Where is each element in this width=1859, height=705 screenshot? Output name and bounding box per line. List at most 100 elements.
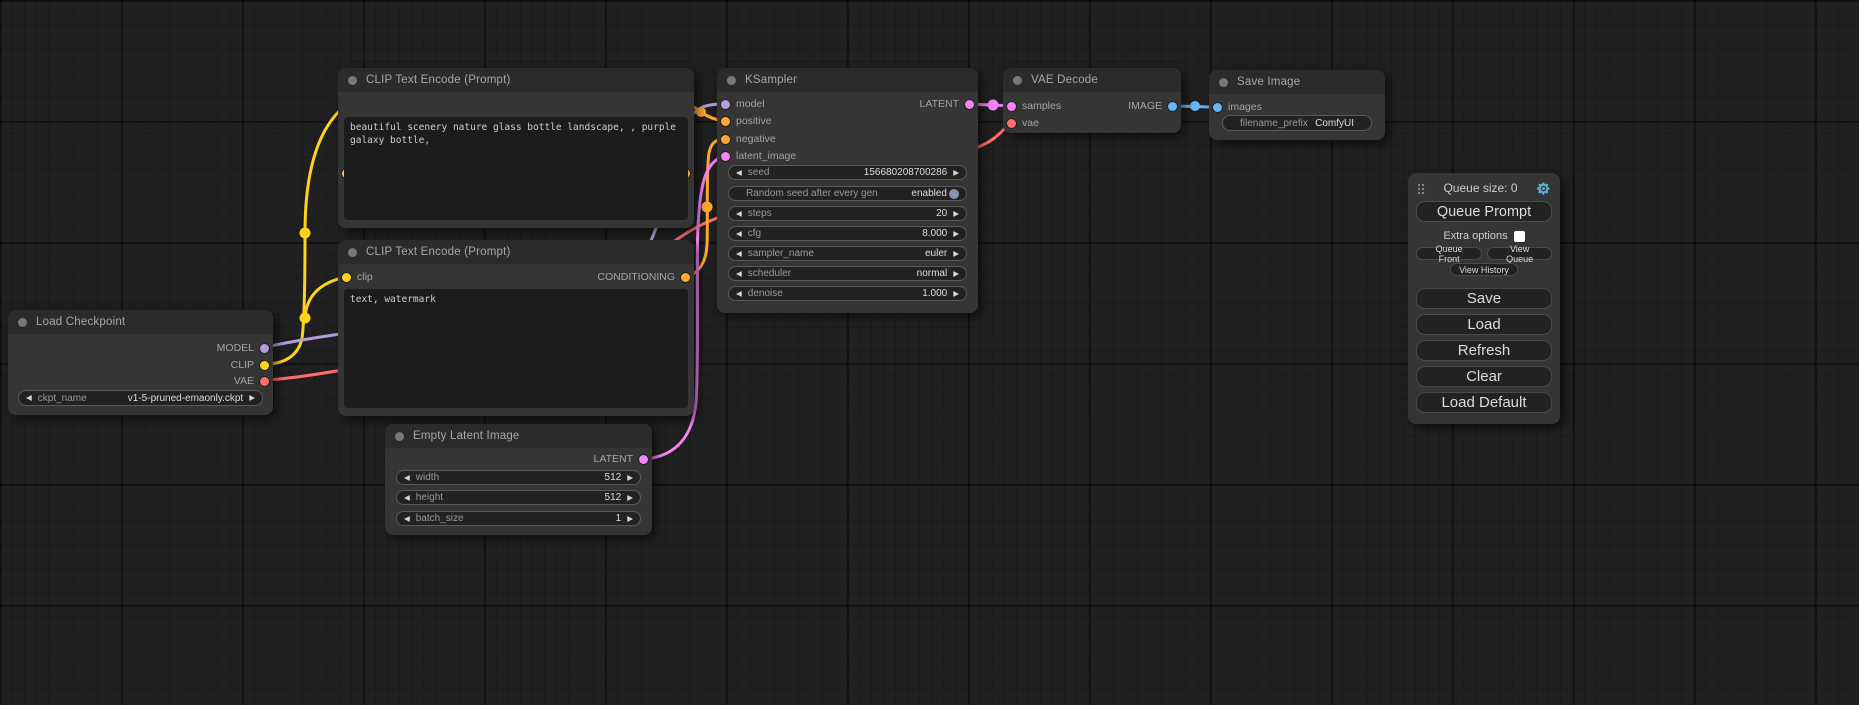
- height-widget[interactable]: ◀ height 512 ▶: [396, 490, 641, 505]
- load-default-button[interactable]: Load Default: [1416, 392, 1552, 413]
- output-latent[interactable]: LATENT: [920, 96, 974, 112]
- node-ksampler[interactable]: KSampler model positive negative latent_…: [717, 68, 978, 313]
- input-samples[interactable]: samples: [1007, 98, 1061, 114]
- collapse-dot-icon[interactable]: [348, 248, 357, 257]
- decrement-arrow-icon[interactable]: ◀: [736, 210, 742, 218]
- seed-widget[interactable]: ◀ seed 156680208700286 ▶: [728, 165, 967, 180]
- output-image[interactable]: IMAGE: [1128, 98, 1177, 114]
- decrement-arrow-icon[interactable]: ◀: [736, 250, 742, 258]
- comfyui-canvas[interactable]: { "icons": { "arrow_left": "◀", "arrow_r…: [0, 0, 1859, 705]
- node-title-bar[interactable]: CLIP Text Encode (Prompt): [338, 240, 694, 264]
- decrement-arrow-icon[interactable]: ◀: [736, 270, 742, 278]
- output-model[interactable]: MODEL: [217, 340, 269, 356]
- link-dot-latent[interactable]: [988, 100, 999, 111]
- collapse-dot-icon[interactable]: [348, 76, 357, 85]
- ckpt-name-widget[interactable]: ◀ ckpt_name v1-5-pruned-emaonly.ckpt ▶: [18, 390, 263, 406]
- decrement-arrow-icon[interactable]: ◀: [404, 474, 410, 482]
- link-dot-positive[interactable]: [696, 107, 706, 117]
- decrement-arrow-icon[interactable]: ◀: [26, 394, 32, 402]
- sampler-name-widget[interactable]: ◀ sampler_name euler ▶: [728, 246, 967, 261]
- node-title-bar[interactable]: KSampler: [717, 68, 978, 92]
- decrement-arrow-icon[interactable]: ◀: [736, 230, 742, 238]
- port-dot-clip[interactable]: [260, 361, 269, 370]
- increment-arrow-icon[interactable]: ▶: [953, 210, 959, 218]
- node-empty-latent-image[interactable]: Empty Latent Image LATENT ◀ width 512 ▶ …: [385, 424, 652, 535]
- link-dot-image[interactable]: [1190, 101, 1200, 111]
- output-vae[interactable]: VAE: [234, 373, 269, 389]
- increment-arrow-icon[interactable]: ▶: [627, 474, 633, 482]
- port-dot-model[interactable]: [260, 344, 269, 353]
- node-load-checkpoint[interactable]: Load Checkpoint MODEL CLIP VAE ◀ ckpt_na…: [8, 310, 273, 415]
- decrement-arrow-icon[interactable]: ◀: [736, 169, 742, 177]
- decrement-arrow-icon[interactable]: ◀: [736, 290, 742, 298]
- view-history-button[interactable]: View History: [1450, 263, 1518, 276]
- clear-button[interactable]: Clear: [1416, 366, 1552, 387]
- output-conditioning[interactable]: CONDITIONING: [597, 269, 690, 285]
- input-model[interactable]: model: [721, 96, 765, 112]
- node-title-bar[interactable]: VAE Decode: [1003, 68, 1181, 92]
- output-clip[interactable]: CLIP: [231, 357, 269, 373]
- collapse-dot-icon[interactable]: [727, 76, 736, 85]
- collapse-dot-icon[interactable]: [395, 432, 404, 441]
- drag-handle-icon[interactable]: [1417, 182, 1425, 194]
- input-clip[interactable]: clip: [342, 269, 373, 285]
- view-queue-button[interactable]: View Queue: [1487, 247, 1552, 260]
- increment-arrow-icon[interactable]: ▶: [953, 290, 959, 298]
- denoise-widget[interactable]: ◀ denoise 1.000 ▶: [728, 286, 967, 301]
- port-dot-vae[interactable]: [1007, 119, 1016, 128]
- prompt-textarea[interactable]: text, watermark: [344, 289, 688, 408]
- increment-arrow-icon[interactable]: ▶: [627, 494, 633, 502]
- link-dot-clip-lower[interactable]: [300, 313, 311, 324]
- queue-menu-panel[interactable]: Queue size: 0 Queue Prompt Extra options…: [1408, 173, 1560, 424]
- port-dot-latent[interactable]: [965, 100, 974, 109]
- port-dot-conditioning[interactable]: [721, 135, 730, 144]
- toggle-enabled-dot[interactable]: [949, 189, 959, 199]
- input-vae[interactable]: vae: [1007, 115, 1039, 131]
- input-positive[interactable]: positive: [721, 113, 772, 129]
- increment-arrow-icon[interactable]: ▶: [953, 270, 959, 278]
- node-title-bar[interactable]: Empty Latent Image: [385, 424, 652, 448]
- increment-arrow-icon[interactable]: ▶: [953, 250, 959, 258]
- port-dot-model[interactable]: [721, 100, 730, 109]
- port-dot-conditioning[interactable]: [721, 117, 730, 126]
- increment-arrow-icon[interactable]: ▶: [953, 169, 959, 177]
- decrement-arrow-icon[interactable]: ◀: [404, 494, 410, 502]
- increment-arrow-icon[interactable]: ▶: [249, 394, 255, 402]
- port-dot-conditioning[interactable]: [681, 273, 690, 282]
- node-clip-text-encode-positive[interactable]: CLIP Text Encode (Prompt) clip CONDITION…: [338, 68, 694, 228]
- collapse-dot-icon[interactable]: [1013, 76, 1022, 85]
- link-dot-negative[interactable]: [702, 202, 713, 213]
- scheduler-widget[interactable]: ◀ scheduler normal ▶: [728, 266, 967, 281]
- decrement-arrow-icon[interactable]: ◀: [404, 515, 410, 523]
- steps-widget[interactable]: ◀ steps 20 ▶: [728, 206, 967, 221]
- save-button[interactable]: Save: [1416, 288, 1552, 309]
- link-dot-clip-upper[interactable]: [300, 228, 311, 239]
- increment-arrow-icon[interactable]: ▶: [627, 515, 633, 523]
- increment-arrow-icon[interactable]: ▶: [953, 230, 959, 238]
- refresh-button[interactable]: Refresh: [1416, 340, 1552, 361]
- settings-gear-icon[interactable]: [1536, 181, 1551, 196]
- prompt-textarea[interactable]: beautiful scenery nature glass bottle la…: [344, 117, 688, 220]
- node-vae-decode[interactable]: VAE Decode samples vae IMAGE: [1003, 68, 1181, 133]
- load-button[interactable]: Load: [1416, 314, 1552, 335]
- node-title-bar[interactable]: CLIP Text Encode (Prompt): [338, 68, 694, 92]
- port-dot-clip[interactable]: [342, 273, 351, 282]
- queue-front-button[interactable]: Queue Front: [1416, 247, 1482, 260]
- port-dot-vae[interactable]: [260, 377, 269, 386]
- queue-prompt-button[interactable]: Queue Prompt: [1416, 201, 1552, 222]
- port-dot-image[interactable]: [1168, 102, 1177, 111]
- cfg-widget[interactable]: ◀ cfg 8.000 ▶: [728, 226, 967, 241]
- collapse-dot-icon[interactable]: [1219, 78, 1228, 87]
- width-widget[interactable]: ◀ width 512 ▶: [396, 470, 641, 485]
- input-images[interactable]: images: [1213, 99, 1262, 115]
- filename-prefix-widget[interactable]: filename_prefix ComfyUI: [1222, 115, 1372, 131]
- input-latent-image[interactable]: latent_image: [721, 148, 796, 164]
- node-title-bar[interactable]: Save Image: [1209, 70, 1385, 94]
- extra-options-checkbox[interactable]: [1514, 231, 1525, 242]
- output-latent[interactable]: LATENT: [594, 451, 648, 467]
- node-title-bar[interactable]: Load Checkpoint: [8, 310, 273, 334]
- port-dot-latent[interactable]: [639, 455, 648, 464]
- node-clip-text-encode-negative[interactable]: CLIP Text Encode (Prompt) clip CONDITION…: [338, 240, 694, 416]
- node-save-image[interactable]: Save Image images filename_prefix ComfyU…: [1209, 70, 1385, 140]
- batch-size-widget[interactable]: ◀ batch_size 1 ▶: [396, 511, 641, 526]
